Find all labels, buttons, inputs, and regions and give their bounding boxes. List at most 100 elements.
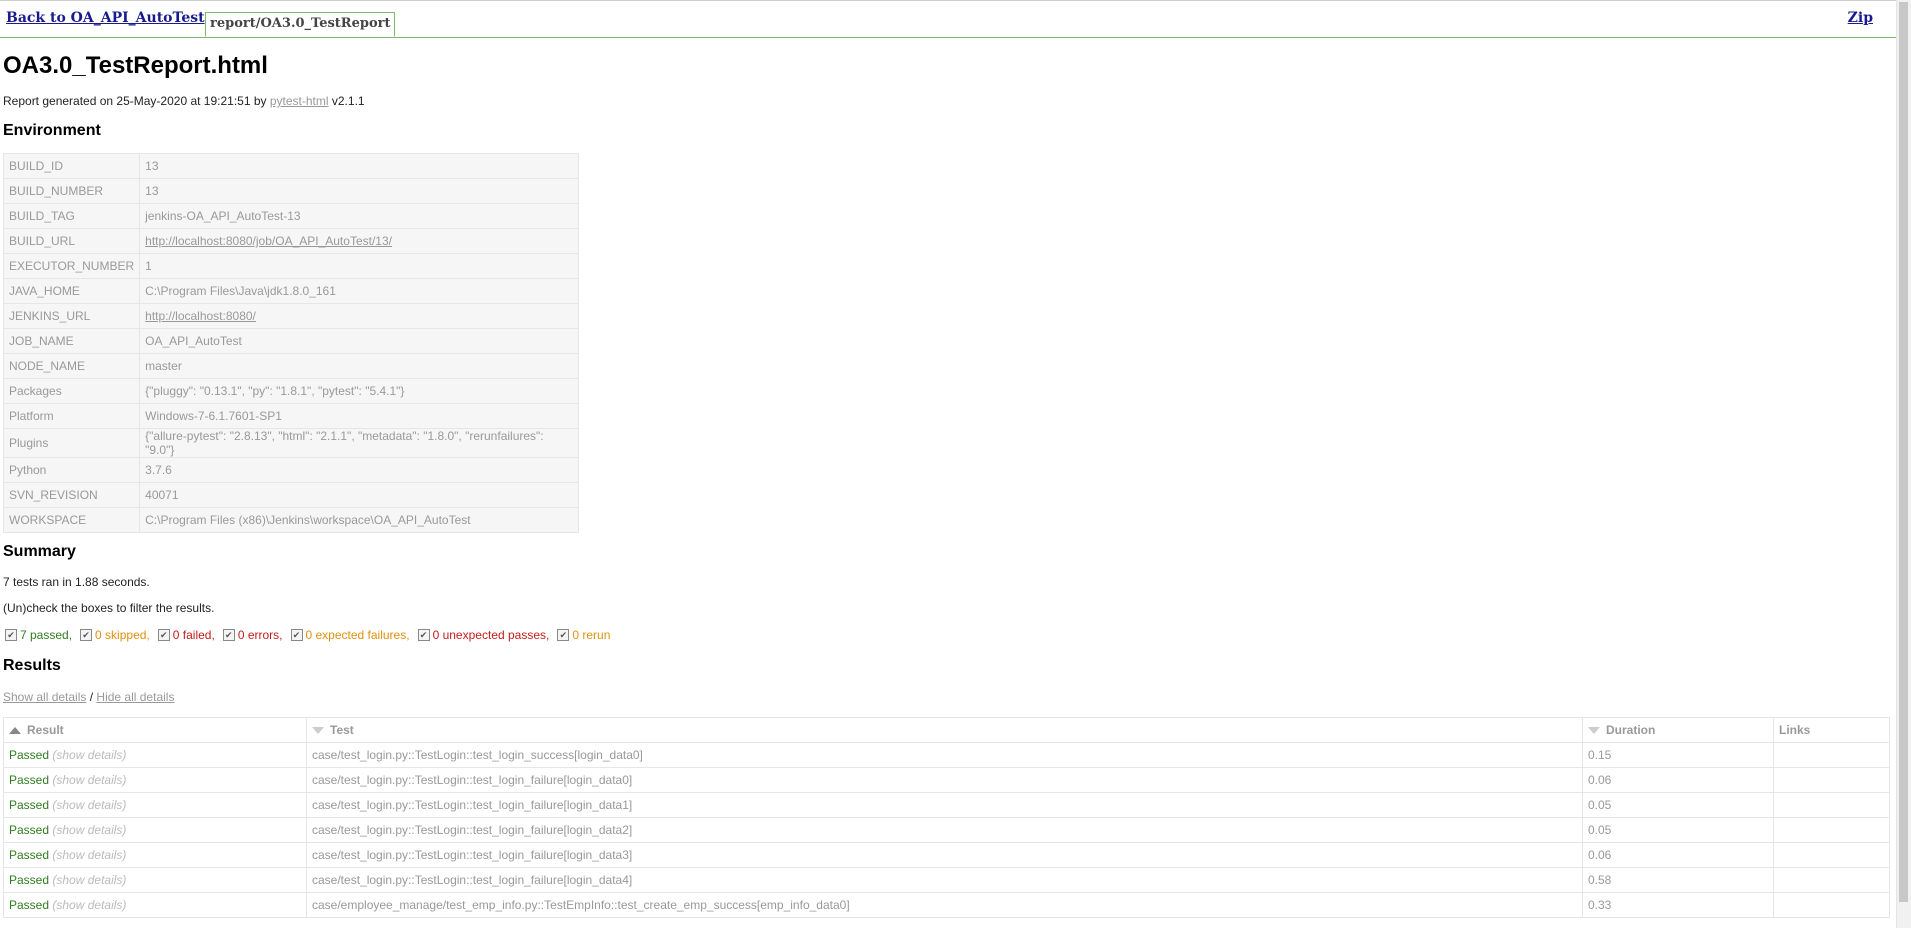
column-header-result[interactable]: Result [3, 717, 307, 743]
sort-desc-icon [312, 727, 324, 735]
column-header-duration[interactable]: Duration [1582, 717, 1774, 743]
env-key: JENKINS_URL [2, 303, 141, 329]
filter-separator: , [211, 628, 215, 642]
environment-row: NODE_NAME master [2, 353, 580, 379]
env-key: BUILD_NUMBER [2, 178, 141, 204]
back-to-job-link[interactable]: Back to OA_API_AutoTest [6, 10, 205, 26]
table-row[interactable]: Passed (show details) case/test_login.py:… [3, 742, 1890, 768]
column-header-links: Links [1773, 717, 1890, 743]
scrollbar-thumb[interactable] [1899, 2, 1908, 902]
filter-checkbox[interactable]: ✔ [290, 629, 303, 641]
test-name-cell: case/test_login.py::TestLogin::test_logi… [306, 792, 1583, 818]
column-header-test[interactable]: Test [306, 717, 1583, 743]
environment-row: JENKINS_URL http://localhost:8080/ [2, 303, 580, 329]
env-value: jenkins-OA_API_AutoTest-13 [139, 203, 580, 229]
table-row[interactable]: Passed (show details) case/employee_manag… [3, 892, 1890, 918]
env-value-link[interactable]: http://localhost:8080/ [145, 309, 256, 323]
show-details-toggle[interactable]: (show details) [52, 823, 126, 837]
result-status: Passed [9, 873, 50, 887]
environment-row: JAVA_HOME C:\Program Files\Java\jdk1.8.0_… [2, 278, 580, 304]
links-cell [1773, 867, 1890, 893]
filter-6[interactable]: ✔ 0 rerun [557, 628, 610, 642]
sort-desc-icon [1588, 727, 1600, 735]
filter-label: 0 expected failures [305, 628, 407, 642]
env-value-link[interactable]: http://localhost:8080/job/OA_API_AutoTes… [145, 234, 392, 248]
table-row[interactable]: Passed (show details) case/test_login.py:… [3, 767, 1890, 793]
show-details-toggle[interactable]: (show details) [52, 748, 126, 762]
env-key: WORKSPACE [2, 507, 141, 533]
show-details-toggle[interactable]: (show details) [52, 848, 126, 862]
filter-checkbox[interactable]: ✔ [557, 629, 570, 641]
env-value: 13 [139, 153, 580, 179]
vertical-scrollbar[interactable] [1896, 0, 1911, 928]
hide-all-details-link[interactable]: Hide all details [96, 690, 174, 704]
filter-separator: , [68, 628, 73, 642]
show-details-toggle[interactable]: (show details) [52, 773, 126, 787]
filter-2[interactable]: ✔ 0 failed, [157, 628, 215, 642]
env-key: JAVA_HOME [2, 278, 141, 304]
env-key: Plugins [2, 428, 141, 458]
filter-checkbox[interactable]: ✔ [80, 629, 93, 641]
show-details-toggle[interactable]: (show details) [52, 898, 126, 912]
env-value: Windows-7-6.1.7601-SP1 [139, 403, 580, 429]
env-value: 40071 [139, 482, 580, 508]
filter-instructions: (Un)check the boxes to filter the result… [3, 601, 215, 615]
test-name-cell: case/test_login.py::TestLogin::test_logi… [306, 742, 1583, 768]
filter-label: 0 skipped [95, 628, 147, 642]
env-key: BUILD_URL [2, 228, 141, 254]
results-heading: Results [3, 657, 61, 674]
env-key: EXECUTOR_NUMBER [2, 253, 141, 279]
toggle-separator: / [86, 690, 97, 704]
filter-5[interactable]: ✔ 0 unexpected passes, [417, 628, 549, 642]
environment-table: BUILD_ID 13 BUILD_NUMBER 13 BUILD_TAG jenkins… [2, 153, 580, 533]
env-value: master [139, 353, 580, 379]
result-status: Passed [9, 898, 50, 912]
environment-row: EXECUTOR_NUMBER 1 [2, 253, 580, 279]
env-value: 1 [139, 253, 580, 279]
filter-label: 0 failed [172, 628, 212, 642]
result-cell: Passed (show details) [3, 817, 307, 843]
environment-row: Platform Windows-7-6.1.7601-SP1 [2, 403, 580, 429]
env-key: JOB_NAME [2, 328, 141, 354]
details-toggles: Show all details / Hide all details [3, 690, 174, 704]
report-tab[interactable]: report/OA3.0_TestReport [205, 12, 396, 37]
environment-heading: Environment [3, 122, 101, 139]
show-all-details-link[interactable]: Show all details [3, 690, 86, 704]
filter-3[interactable]: ✔ 0 errors, [222, 628, 283, 642]
filter-label: 0 errors [237, 628, 280, 642]
links-cell [1773, 767, 1890, 793]
pytest-html-link[interactable]: pytest-html [270, 94, 329, 108]
zip-download-link[interactable]: Zip [1848, 10, 1873, 26]
column-label-duration: Duration [1606, 723, 1656, 737]
test-name-cell: case/test_login.py::TestLogin::test_logi… [306, 817, 1583, 843]
env-value: http://localhost:8080/ [139, 303, 580, 329]
filter-checkbox[interactable]: ✔ [417, 629, 430, 641]
result-cell: Passed (show details) [3, 867, 307, 893]
environment-row: BUILD_ID 13 [2, 153, 580, 179]
show-details-toggle[interactable]: (show details) [52, 873, 126, 887]
table-row[interactable]: Passed (show details) case/test_login.py:… [3, 842, 1890, 868]
environment-row: BUILD_URL http://localhost:8080/job/OA_AP… [2, 228, 580, 254]
filter-checkbox[interactable]: ✔ [222, 629, 235, 641]
tests-ran-text: 7 tests ran in 1.88 seconds. [3, 575, 150, 589]
filter-1[interactable]: ✔ 0 skipped, [80, 628, 150, 642]
result-status: Passed [9, 848, 50, 862]
table-row[interactable]: Passed (show details) case/test_login.py:… [3, 867, 1890, 893]
env-value: {"pluggy": "0.13.1", "py": "1.8.1", "pyt… [139, 378, 580, 404]
duration-cell: 0.58 [1582, 867, 1774, 893]
environment-row: WORKSPACE C:\Program Files (x86)\Jenkins\… [2, 507, 580, 533]
env-value: 3.7.6 [139, 457, 580, 483]
show-details-toggle[interactable]: (show details) [52, 798, 126, 812]
links-cell [1773, 742, 1890, 768]
filter-4[interactable]: ✔ 0 expected failures, [290, 628, 410, 642]
filter-0[interactable]: ✔ 7 passed, [5, 628, 72, 642]
filter-checkbox[interactable]: ✔ [157, 629, 170, 641]
result-status: Passed [9, 798, 50, 812]
env-key: SVN_REVISION [2, 482, 141, 508]
filter-checkbox[interactable]: ✔ [5, 629, 17, 641]
test-name-cell: case/employee_manage/test_emp_info.py::T… [306, 892, 1583, 918]
table-row[interactable]: Passed (show details) case/test_login.py:… [3, 792, 1890, 818]
env-key: BUILD_ID [2, 153, 141, 179]
filter-label: 7 passed [20, 628, 69, 642]
table-row[interactable]: Passed (show details) case/test_login.py:… [3, 817, 1890, 843]
